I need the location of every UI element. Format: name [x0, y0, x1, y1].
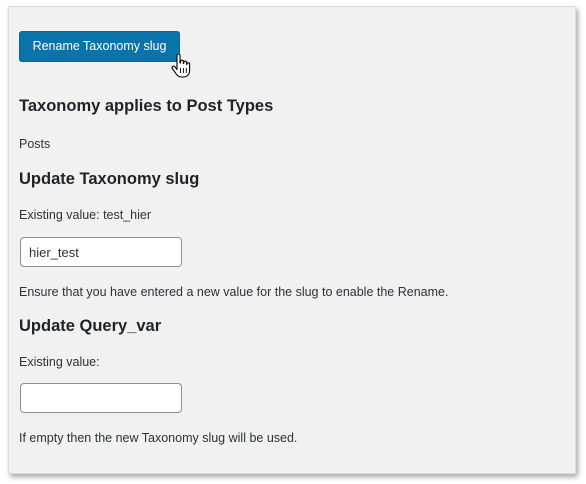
query-var-help-text: If empty then the new Taxonomy slug will… [19, 431, 298, 445]
post-types-value: Posts [19, 137, 51, 151]
slug-input[interactable] [20, 237, 182, 267]
post-types-heading: Taxonomy applies to Post Types [19, 97, 274, 115]
update-query-var-heading: Update Query_var [19, 317, 162, 335]
rename-taxonomy-slug-button[interactable]: Rename Taxonomy slug [19, 31, 180, 62]
hand-pointer-icon [171, 54, 191, 78]
slug-existing-value: Existing value: test_hier [19, 208, 152, 222]
query-var-input[interactable] [20, 383, 182, 413]
query-var-existing-value: Existing value: [19, 355, 100, 369]
slug-help-text: Ensure that you have entered a new value… [19, 285, 449, 299]
taxonomy-settings-panel: Rename Taxonomy slug Taxonomy applies to… [8, 6, 576, 474]
update-slug-heading: Update Taxonomy slug [19, 170, 200, 188]
